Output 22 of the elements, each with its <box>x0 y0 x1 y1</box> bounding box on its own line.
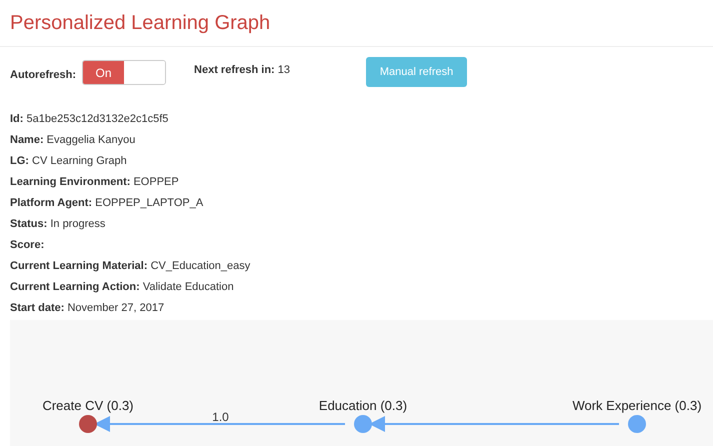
autorefresh-toggle[interactable]: On <box>82 60 166 85</box>
field-text: Status: In progress <box>10 217 106 232</box>
field-text: Learning Environment: EOPPEP <box>10 175 179 190</box>
field-text: Score: <box>10 238 44 254</box>
page-title: Personalized Learning Graph <box>10 11 270 36</box>
field-text: LG: CV Learning Graph <box>10 154 127 170</box>
manual-refresh-button[interactable]: Manual refresh <box>366 57 468 87</box>
field-text: Id: 5a1be253c12d3132e2c1c5f5 <box>10 112 168 128</box>
node-label: Work Experience (0.3) <box>572 398 702 413</box>
edge-label: 1.0 <box>212 410 229 424</box>
field-text: Name: Evaggelia Kanyou <box>10 133 136 148</box>
graph-node[interactable] <box>79 415 97 433</box>
field-text: Current Learning Material: CV_Education_easy <box>10 259 250 274</box>
next-refresh-text: Next refresh in: 13 <box>194 63 290 78</box>
graph-node[interactable] <box>354 415 372 433</box>
field-text: Current Learning Action: Validate Education <box>10 280 234 296</box>
autorefresh-label: Autorefresh: <box>10 68 76 83</box>
node-label: Education (0.3) <box>318 398 408 413</box>
field-text: Start date: November 27, 2017 <box>10 301 164 316</box>
node-label: Create CV (0.3) <box>42 398 134 413</box>
field-text: Platform Agent: EOPPEP_LAPTOP_A <box>10 196 204 212</box>
graph-node[interactable] <box>628 415 646 433</box>
